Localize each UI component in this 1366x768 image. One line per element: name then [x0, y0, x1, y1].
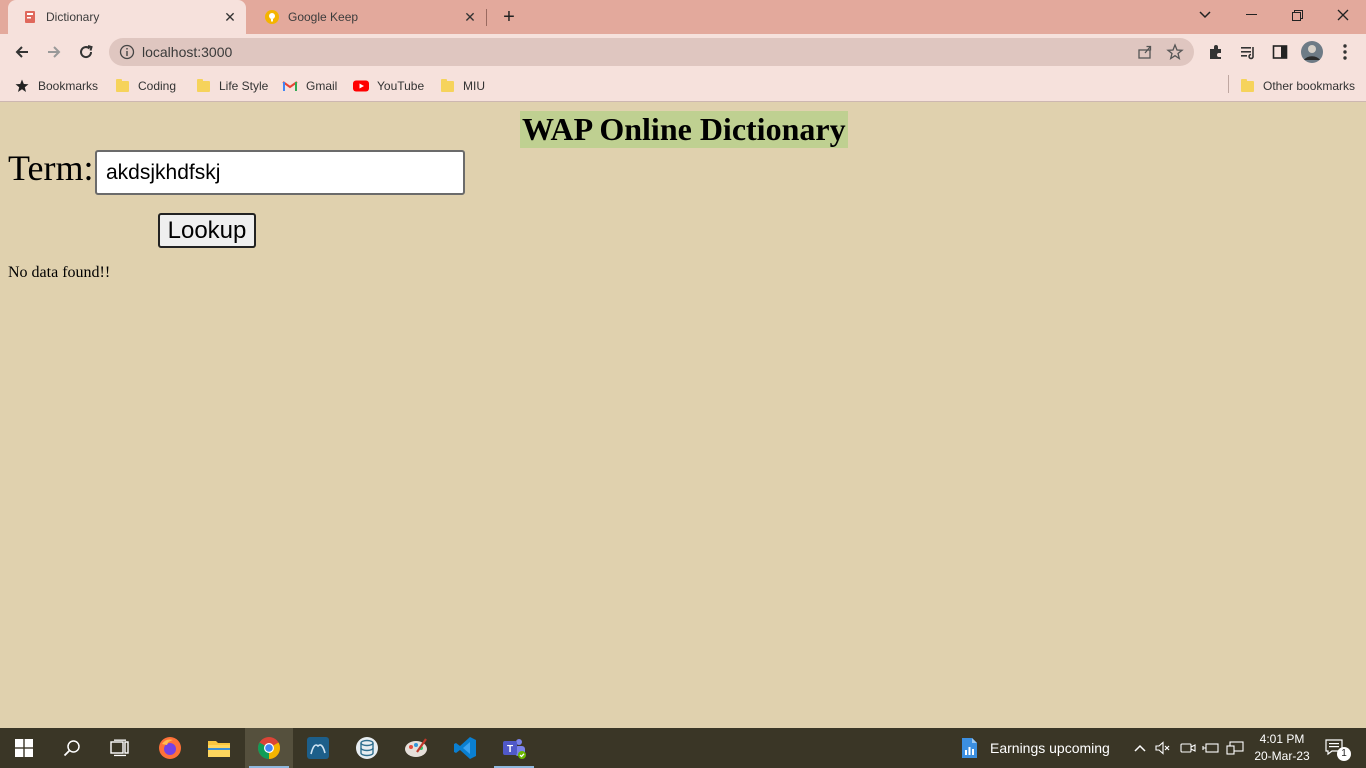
close-tab-icon[interactable]: ✕	[460, 7, 480, 27]
gmail-icon	[282, 78, 298, 94]
bookmarks-bar: Bookmarks Coding Life Style Gmail YouTub…	[0, 70, 1366, 102]
bookmark-miu[interactable]: MIU	[439, 77, 485, 95]
extensions-puzzle-icon[interactable]	[1206, 42, 1226, 62]
tab-dictionary[interactable]: Dictionary ✕	[8, 0, 246, 34]
bookmark-label: MIU	[463, 79, 485, 93]
bookmark-label: YouTube	[377, 79, 425, 93]
forward-button[interactable]	[40, 38, 68, 66]
chevron-up-icon[interactable]	[1130, 738, 1150, 758]
notification-count-badge: 1	[1337, 747, 1351, 761]
tab-google-keep[interactable]: Google Keep ✕	[250, 0, 486, 34]
chrome-taskbar-icon[interactable]	[245, 728, 293, 768]
bookmark-coding[interactable]: Coding	[114, 77, 176, 95]
back-button[interactable]	[8, 38, 36, 66]
site-info-icon[interactable]	[119, 44, 135, 60]
bookmark-youtube[interactable]: YouTube	[353, 77, 424, 95]
speaker-muted-icon[interactable]	[1153, 738, 1173, 758]
bookmark-label: Other bookmarks	[1263, 79, 1356, 93]
svg-text:T: T	[507, 744, 513, 755]
tab-search-chevron-icon[interactable]	[1182, 0, 1228, 30]
page-content: WAP Online Dictionary Term: Lookup No da…	[0, 103, 1366, 728]
clock-time: 4:01 PM	[1259, 732, 1305, 746]
clock-date: 20-Mar-23	[1254, 749, 1310, 763]
bookmark-label: Gmail	[306, 79, 338, 93]
minimize-button[interactable]	[1228, 0, 1274, 30]
browser-toolbar: localhost:3000	[0, 34, 1366, 70]
star-icon	[14, 78, 30, 94]
bookmarks-separator	[1228, 75, 1229, 93]
taskbar: T Earnings upcoming 4:01 PM 20-Mar-23 1	[0, 728, 1366, 768]
close-tab-icon[interactable]: ✕	[220, 7, 240, 27]
page-title: WAP Online Dictionary	[520, 111, 848, 148]
paint-app-icon[interactable]	[392, 728, 440, 768]
file-explorer-icon[interactable]	[195, 728, 243, 768]
dictionary-favicon-icon	[22, 9, 38, 25]
widget-text[interactable]: Earnings upcoming	[990, 740, 1110, 756]
bookmark-star-icon[interactable]	[1166, 43, 1184, 61]
bookmark-other-bookmarks[interactable]: Other bookmarks	[1239, 77, 1355, 95]
reload-button[interactable]	[72, 38, 100, 66]
side-panel-icon[interactable]	[1270, 42, 1290, 62]
bookmark-life-style[interactable]: Life Style	[195, 77, 268, 95]
lookup-button[interactable]: Lookup	[158, 213, 256, 248]
address-bar[interactable]: localhost:3000	[109, 38, 1194, 66]
restore-button[interactable]	[1274, 0, 1320, 30]
system-clock[interactable]: 4:01 PM 20-Mar-23	[1248, 731, 1316, 765]
media-queue-icon[interactable]	[1238, 42, 1258, 62]
task-view-icon[interactable]	[96, 728, 144, 768]
profile-avatar[interactable]	[1300, 40, 1324, 64]
bookmark-label: Life Style	[219, 79, 269, 93]
meet-now-icon[interactable]	[1178, 738, 1198, 758]
folder-icon	[1239, 78, 1255, 94]
close-window-button[interactable]	[1320, 0, 1366, 30]
tab-title: Dictionary	[46, 10, 100, 24]
url-text: localhost:3000	[142, 44, 233, 60]
vscode-icon[interactable]	[441, 728, 489, 768]
firefox-icon[interactable]	[146, 728, 194, 768]
windows-start-icon[interactable]	[0, 728, 48, 768]
result-message: No data found!!	[8, 264, 111, 281]
tab-strip: Dictionary ✕ Google Keep ✕ +	[0, 0, 1366, 34]
folder-icon	[439, 78, 455, 94]
more-menu-icon[interactable]	[1335, 42, 1355, 62]
earnings-widget-icon[interactable]	[958, 737, 980, 759]
folder-icon	[195, 78, 211, 94]
network-icon[interactable]	[1225, 738, 1245, 758]
bookmark-gmail[interactable]: Gmail	[282, 77, 337, 95]
youtube-icon	[353, 78, 369, 94]
battery-plug-icon[interactable]	[1201, 738, 1221, 758]
tab-title: Google Keep	[288, 10, 359, 24]
search-icon[interactable]	[48, 728, 96, 768]
database-app-icon[interactable]	[343, 728, 391, 768]
bookmark-label: Coding	[138, 79, 177, 93]
notification-center-icon[interactable]: 1	[1323, 738, 1351, 761]
teams-icon[interactable]: T	[490, 728, 538, 768]
term-input[interactable]	[95, 150, 465, 195]
google-keep-favicon-icon	[264, 9, 280, 25]
bookmark-label: Bookmarks	[38, 79, 99, 93]
tab-separator	[486, 9, 487, 26]
new-tab-button[interactable]: +	[498, 6, 520, 28]
share-icon[interactable]	[1136, 43, 1154, 61]
term-label: Term:	[8, 148, 94, 188]
mysql-workbench-icon[interactable]	[294, 728, 342, 768]
bookmark-bookmarks[interactable]: Bookmarks	[14, 77, 98, 95]
folder-icon	[114, 78, 130, 94]
